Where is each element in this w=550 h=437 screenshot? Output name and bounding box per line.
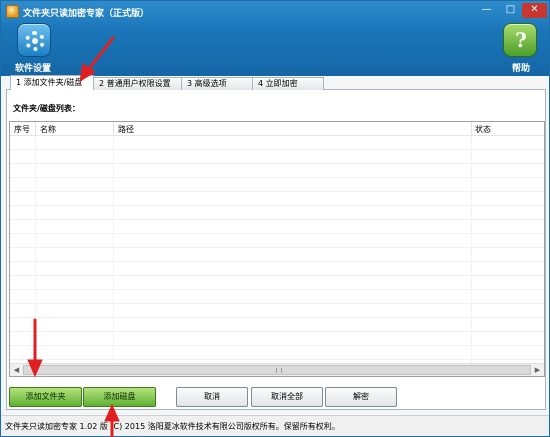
list-header: 序号 名称 路径 状态 bbox=[10, 122, 544, 136]
app-icon bbox=[6, 5, 19, 18]
column-separator[interactable] bbox=[113, 122, 114, 136]
tab-advanced-options[interactable]: 3 高级选项 bbox=[181, 77, 253, 91]
column-gridline bbox=[471, 136, 472, 364]
close-button[interactable]: ✕ bbox=[522, 3, 547, 18]
column-gridline bbox=[35, 136, 36, 364]
scroll-left-icon[interactable]: ◀ bbox=[10, 364, 23, 376]
row-divider bbox=[10, 331, 544, 332]
horizontal-scrollbar[interactable]: ◀ ▶ bbox=[10, 363, 544, 376]
tab-strip: 2 普通用户权限设置 3 高级选项 4 立即加密 1 添加文件夹/磁盘 bbox=[6, 75, 546, 91]
row-divider bbox=[10, 219, 544, 220]
row-divider bbox=[10, 317, 544, 318]
row-divider bbox=[10, 177, 544, 178]
folder-list[interactable]: 序号 名称 路径 状态 ◀ ▶ bbox=[9, 121, 545, 377]
row-divider bbox=[10, 191, 544, 192]
copyright-text: 文件夹只读加密专家 1.02 版 (C) 2015 洛阳夏冰软件技术有限公司版权… bbox=[5, 422, 340, 431]
maximize-button[interactable]: □ bbox=[499, 3, 522, 18]
tab-user-permissions[interactable]: 2 普通用户权限设置 bbox=[93, 77, 182, 91]
status-bar: 文件夹只读加密专家 1.02 版 (C) 2015 洛阳夏冰软件技术有限公司版权… bbox=[1, 415, 549, 436]
row-divider bbox=[10, 149, 544, 150]
add-disk-button[interactable]: 添加磁盘 bbox=[83, 387, 156, 407]
help-icon[interactable]: ? bbox=[503, 23, 537, 57]
row-divider bbox=[10, 247, 544, 248]
question-mark-icon: ? bbox=[515, 28, 527, 52]
help-label[interactable]: 帮助 bbox=[512, 61, 530, 74]
decrypt-button[interactable]: 解密 bbox=[325, 387, 397, 407]
list-title: 文件夹/磁盘列表： bbox=[13, 104, 80, 113]
column-separator[interactable] bbox=[471, 122, 472, 136]
tab-panel: 文件夹/磁盘列表： 序号 名称 路径 状态 ◀ ▶ 添加文件夹 添加磁盘 取消 … bbox=[6, 90, 546, 410]
cancel-all-button[interactable]: 取消全部 bbox=[251, 387, 323, 407]
column-status[interactable]: 状态 bbox=[475, 124, 491, 135]
settings-label[interactable]: 软件设置 bbox=[15, 61, 51, 74]
row-divider bbox=[10, 275, 544, 276]
column-path[interactable]: 路径 bbox=[118, 124, 134, 135]
column-name[interactable]: 名称 bbox=[40, 124, 56, 135]
cancel-button[interactable]: 取消 bbox=[176, 387, 248, 407]
row-divider bbox=[10, 359, 544, 360]
row-divider bbox=[10, 303, 544, 304]
column-index[interactable]: 序号 bbox=[14, 124, 30, 135]
list-rows bbox=[10, 136, 544, 364]
header-bar: 文件夹只读加密专家（正式版） — □ ✕ 软件设置 ? 帮助 bbox=[1, 1, 549, 76]
gear-glyph bbox=[25, 31, 45, 51]
column-gridline bbox=[113, 136, 114, 364]
scroll-right-icon[interactable]: ▶ bbox=[531, 364, 544, 376]
row-divider bbox=[10, 233, 544, 234]
minimize-button[interactable]: — bbox=[475, 3, 498, 18]
window-title: 文件夹只读加密专家（正式版） bbox=[23, 9, 150, 19]
row-divider bbox=[10, 205, 544, 206]
tab-add-folder-disk[interactable]: 1 添加文件夹/磁盘 bbox=[10, 75, 94, 91]
row-divider bbox=[10, 289, 544, 290]
row-divider bbox=[10, 345, 544, 346]
grip-icon bbox=[276, 368, 282, 373]
add-folder-button[interactable]: 添加文件夹 bbox=[9, 387, 82, 407]
row-divider bbox=[10, 163, 544, 164]
column-separator[interactable] bbox=[35, 122, 36, 136]
row-divider bbox=[10, 261, 544, 262]
app-window: 文件夹只读加密专家（正式版） — □ ✕ 软件设置 ? 帮助 2 普通用户权限设… bbox=[0, 0, 550, 437]
gear-icon[interactable] bbox=[17, 23, 51, 57]
scrollbar-thumb[interactable] bbox=[23, 365, 531, 375]
tab-encrypt-now[interactable]: 4 立即加密 bbox=[252, 77, 324, 91]
